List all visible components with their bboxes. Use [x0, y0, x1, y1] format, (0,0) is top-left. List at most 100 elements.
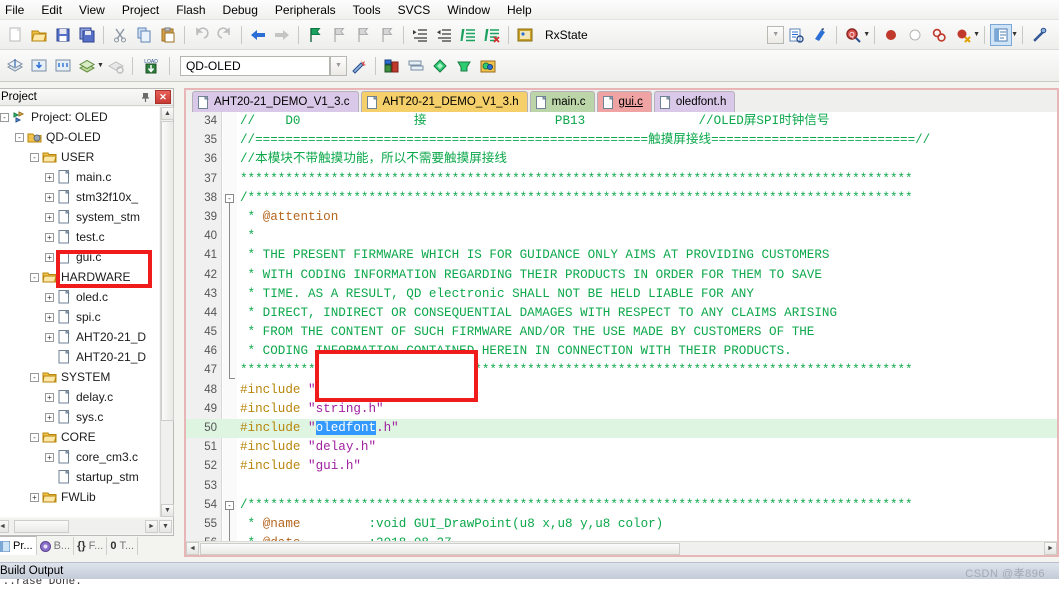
- editor-hscrollbar[interactable]: ◄ ►: [186, 541, 1057, 555]
- navigate-forward-icon[interactable]: [271, 24, 293, 46]
- editor-tab-aht20-21-demo-v1-3-h[interactable]: AHT20-21_DEMO_V1_3.h: [360, 91, 528, 112]
- tree-item-startup-stm[interactable]: startup_stm: [0, 467, 159, 487]
- navigate-back-icon[interactable]: [247, 24, 269, 46]
- magnifier-icon[interactable]: Q: [842, 24, 864, 46]
- undo-icon[interactable]: [190, 24, 212, 46]
- expand-expander-icon[interactable]: +: [45, 452, 54, 462]
- tree-item-project-oled[interactable]: - Project: OLED: [0, 107, 159, 127]
- collapse-expander-icon[interactable]: -: [30, 372, 39, 382]
- open-file-icon[interactable]: [28, 24, 50, 46]
- breakpoint-disable-icon[interactable]: [904, 24, 926, 46]
- breakpoint-insert-icon[interactable]: [880, 24, 902, 46]
- outdent-icon[interactable]: [433, 24, 455, 46]
- project-tree-vscrollbar[interactable]: ▲ ▼: [160, 107, 174, 517]
- code-line[interactable]: 34 // D0 接 PB13 //OLED屏SPI时钟信号: [186, 112, 1057, 131]
- download-icon[interactable]: LOAD: [138, 55, 164, 77]
- menu-item-edit[interactable]: Edit: [33, 0, 70, 20]
- collapse-expander-icon[interactable]: -: [0, 112, 9, 122]
- tree-item-core-cm3-c[interactable]: + core_cm3.c: [0, 447, 159, 467]
- menu-item-flash[interactable]: Flash: [168, 0, 213, 20]
- tree-item-delay-c[interactable]: + delay.c: [0, 387, 159, 407]
- editor-tab-main-c[interactable]: main.c: [529, 91, 595, 112]
- editor-tab-oledfont-h[interactable]: oledfont.h: [653, 91, 736, 112]
- insert-file-icon[interactable]: [514, 24, 536, 46]
- multi-project-icon[interactable]: [453, 55, 475, 77]
- tree-item-stm32f10x-[interactable]: + stm32f10x_: [0, 187, 159, 207]
- pack-installer-icon[interactable]: [429, 55, 451, 77]
- tree-item-test-c[interactable]: + test.c: [0, 227, 159, 247]
- expand-expander-icon[interactable]: +: [45, 412, 54, 422]
- window-layout-icon[interactable]: [990, 23, 1013, 46]
- target-options-icon[interactable]: [348, 55, 370, 77]
- tree-item-oled-c[interactable]: + oled.c: [0, 287, 159, 307]
- menu-item-help[interactable]: Help: [499, 0, 540, 20]
- menu-item-debug[interactable]: Debug: [215, 0, 266, 20]
- collapse-expander-icon[interactable]: -: [15, 132, 24, 142]
- expand-expander-icon[interactable]: +: [45, 232, 54, 242]
- rebuild-icon[interactable]: [52, 55, 74, 77]
- expand-expander-icon[interactable]: +: [30, 492, 39, 502]
- panel-tab-t[interactable]: 0 T...: [107, 537, 139, 555]
- browse-symbol-icon[interactable]: [785, 24, 807, 46]
- hscroll-thumb[interactable]: [14, 520, 69, 533]
- batch-build-dropdown-arrow[interactable]: ▼: [97, 62, 104, 69]
- collapse-expander-icon[interactable]: -: [30, 272, 39, 282]
- panel-tab-pr[interactable]: Pr...: [0, 536, 37, 555]
- save-all-icon[interactable]: [76, 24, 98, 46]
- menu-item-file[interactable]: File: [0, 0, 32, 20]
- save-icon[interactable]: [52, 24, 74, 46]
- breakpoint-kill-all-icon[interactable]: [928, 24, 950, 46]
- close-icon[interactable]: ✕: [155, 90, 171, 104]
- breakpoint-disable-all-icon[interactable]: [952, 24, 974, 46]
- code-line[interactable]: 48 #include "oled.h": [186, 381, 1057, 400]
- copy-icon[interactable]: [133, 24, 155, 46]
- tree-item-aht20-21-d[interactable]: + AHT20-21_D: [0, 327, 159, 347]
- find-in-files-icon[interactable]: [809, 24, 831, 46]
- manage-runtime-env-icon[interactable]: [405, 55, 427, 77]
- pin-icon[interactable]: [138, 90, 153, 104]
- menu-item-tools[interactable]: Tools: [345, 0, 389, 20]
- panel-tab-b[interactable]: B...: [37, 537, 75, 555]
- tree-item-sys-c[interactable]: + sys.c: [0, 407, 159, 427]
- scroll-thumb[interactable]: [161, 121, 174, 421]
- tree-item-fwlib[interactable]: + FWLib: [0, 487, 159, 507]
- code-line[interactable]: 54-/************************************…: [186, 496, 1057, 515]
- code-line[interactable]: 39 * @attention: [186, 208, 1057, 227]
- code-line[interactable]: 55 * @name :void GUI_DrawPoint(u8 x,u8 y…: [186, 515, 1057, 534]
- tree-item-gui-c[interactable]: + gui.c: [0, 247, 159, 267]
- scroll-down-arrow[interactable]: ▼: [161, 504, 174, 517]
- expand-expander-icon[interactable]: +: [45, 252, 54, 262]
- tree-item-hardware[interactable]: - HARDWARE: [0, 267, 159, 287]
- menu-item-svcs[interactable]: SVCS: [390, 0, 439, 20]
- scroll-dropdown-arrow[interactable]: ▼: [159, 520, 172, 533]
- tree-item-spi-c[interactable]: + spi.c: [0, 307, 159, 327]
- expand-expander-icon[interactable]: +: [45, 392, 54, 402]
- target-combobox-arrow[interactable]: ▼: [329, 55, 347, 76]
- expand-expander-icon[interactable]: +: [45, 172, 54, 182]
- menu-item-project[interactable]: Project: [114, 0, 167, 20]
- editor-tab-aht20-21-demo-v1-3-c[interactable]: AHT20-21_DEMO_V1_3.c: [192, 91, 359, 112]
- code-line[interactable]: 43 * TIME. AS A RESULT, QD electronic SH…: [186, 285, 1057, 304]
- code-line[interactable]: 40 *: [186, 227, 1057, 246]
- expand-expander-icon[interactable]: +: [45, 192, 54, 202]
- tree-item-user[interactable]: - USER: [0, 147, 159, 167]
- code-lines[interactable]: 34 // D0 接 PB13 //OLED屏SPI时钟信号 35 //=======…: [186, 112, 1057, 541]
- code-line[interactable]: 36 //本模块不带触摸功能，所以不需要触摸屏接线: [186, 150, 1057, 169]
- menu-item-view[interactable]: View: [71, 0, 113, 20]
- comment-icon[interactable]: [457, 24, 479, 46]
- scroll-left-arrow[interactable]: ◄: [0, 520, 9, 533]
- code-line[interactable]: 45 * FROM THE CONTENT OF SUCH FIRMWARE A…: [186, 323, 1057, 342]
- rxstate-dropdown-arrow[interactable]: ▼: [767, 25, 785, 44]
- bookmark-next-icon[interactable]: [352, 24, 374, 46]
- stop-build-icon[interactable]: [105, 55, 127, 77]
- paste-icon[interactable]: [157, 24, 179, 46]
- config-wizard-icon[interactable]: [1028, 24, 1050, 46]
- tree-item-qd-oled[interactable]: - QD-OLED: [0, 127, 159, 147]
- code-line[interactable]: 44 * DIRECT, INDIRECT OR CONSEQUENTIAL D…: [186, 304, 1057, 323]
- code-line[interactable]: 41 * THE PRESENT FIRMWARE WHICH IS FOR G…: [186, 246, 1057, 265]
- code-line[interactable]: 51 #include "delay.h": [186, 438, 1057, 457]
- code-line[interactable]: 50 #include "oledfont.h": [186, 419, 1057, 439]
- menu-item-peripherals[interactable]: Peripherals: [267, 0, 344, 20]
- code-line[interactable]: 56 * @date :2018-08-27: [186, 534, 1057, 541]
- manage-project-items-icon[interactable]: [381, 55, 403, 77]
